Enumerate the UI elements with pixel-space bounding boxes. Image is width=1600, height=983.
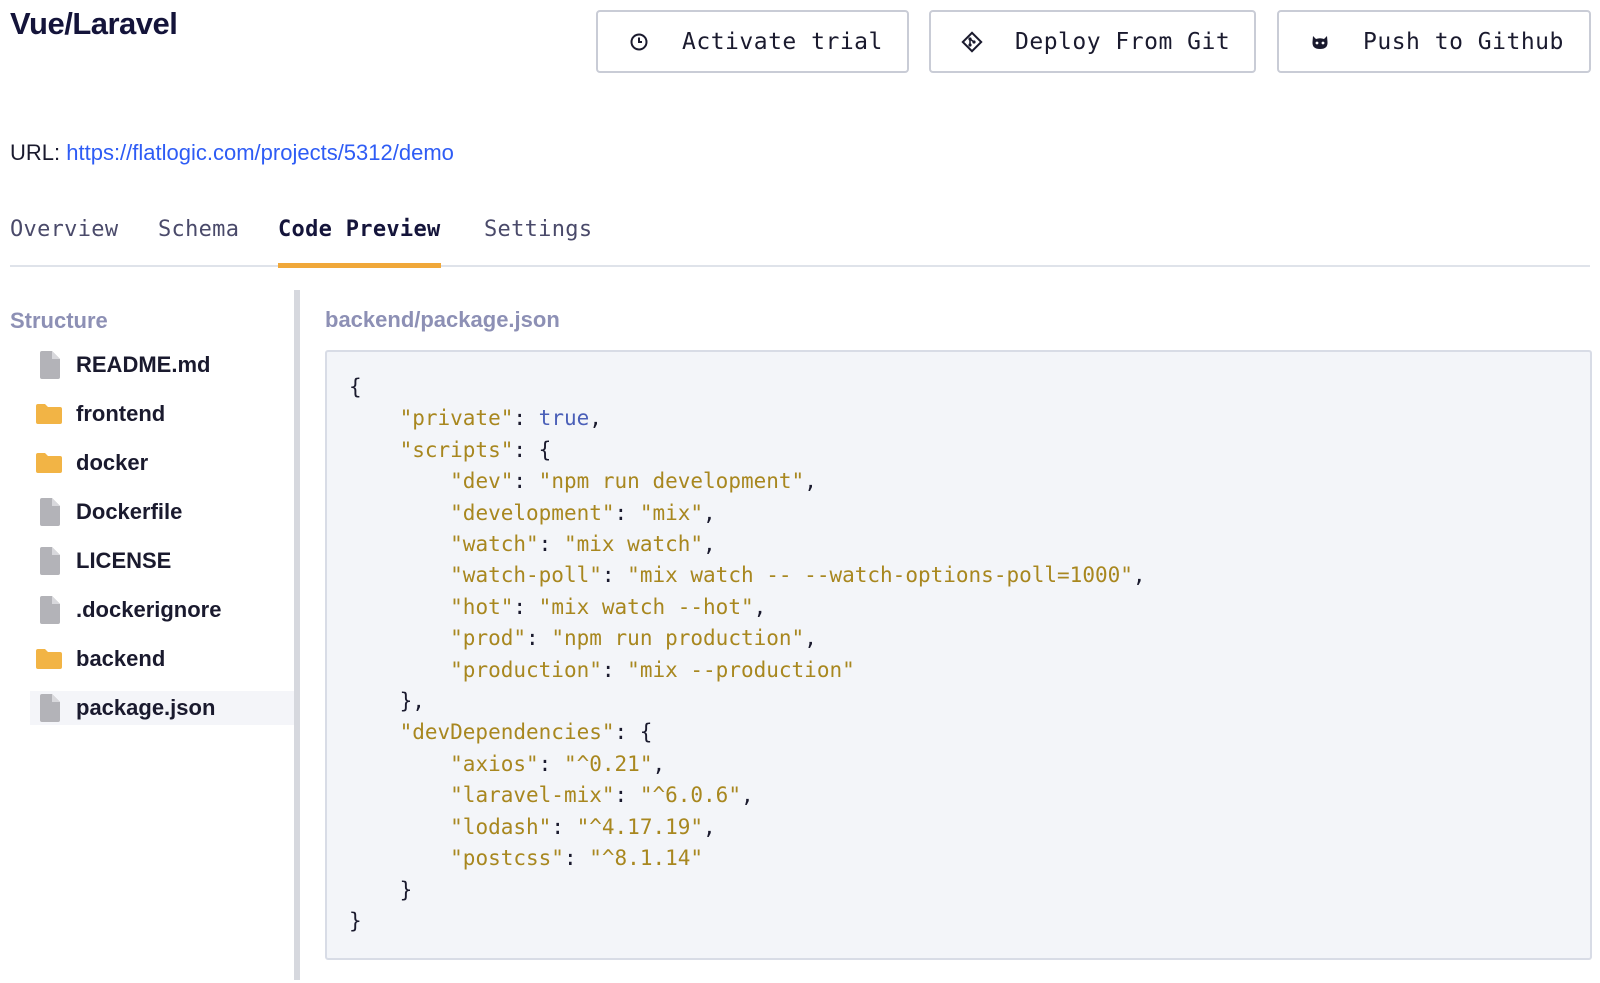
file-path-label: backend/package.json [325, 307, 560, 332]
tree-item-label: package.json [76, 695, 216, 720]
tab-settings[interactable]: Settings [484, 217, 592, 265]
code-preview-panel[interactable]: { "private": true, "scripts": { "dev": "… [325, 350, 1592, 960]
url-label: URL: [10, 140, 61, 165]
push-to-github-label: Push to Github [1363, 28, 1564, 55]
tree-item-label: .dockerignore [76, 597, 222, 622]
sidebar-title: Structure [10, 308, 108, 333]
tab-code-preview[interactable]: Code Preview [278, 217, 441, 268]
file-icon [34, 350, 64, 380]
git-icon [959, 29, 985, 55]
tree-item-label: LICENSE [76, 548, 172, 573]
tree-item-file[interactable]: README.md [30, 348, 294, 382]
tree-item-file[interactable]: package.json [30, 691, 294, 725]
url-row: URL: https://flatlogic.com/projects/5312… [10, 140, 454, 166]
activate-trial-button[interactable]: Activate trial [596, 10, 909, 73]
tree-item-label: backend [76, 646, 166, 671]
file-icon [34, 497, 64, 527]
folder-icon [34, 644, 64, 674]
tree-item-file[interactable]: Dockerfile [30, 495, 294, 529]
tree-item-label: Dockerfile [76, 499, 183, 524]
file-icon [34, 546, 64, 576]
page-title: Vue/Laravel [10, 6, 178, 41]
push-to-github-button[interactable]: Push to Github [1277, 10, 1591, 73]
activate-trial-label: Activate trial [682, 28, 883, 55]
deploy-from-git-label: Deploy From Git [1015, 28, 1231, 55]
code-content: { "private": true, "scripts": { "dev": "… [349, 375, 1146, 933]
tree-item-label: frontend [76, 401, 166, 426]
tree-item-file[interactable]: LICENSE [30, 544, 294, 578]
tree-item-folder[interactable]: docker [30, 446, 294, 480]
demo-url-link[interactable]: https://flatlogic.com/projects/5312/demo [66, 140, 454, 165]
tree-item-folder[interactable]: frontend [30, 397, 294, 431]
folder-icon [34, 448, 64, 478]
tree-item-label: README.md [76, 352, 211, 377]
tab-bar: Overview Schema Code Preview Settings [10, 215, 1590, 268]
tab-schema[interactable]: Schema [158, 217, 239, 265]
file-icon [34, 595, 64, 625]
tree-item-file[interactable]: .dockerignore [30, 593, 294, 627]
file-icon [34, 693, 64, 723]
folder-icon [34, 399, 64, 429]
tree-item-label: docker [76, 450, 149, 475]
deploy-from-git-button[interactable]: Deploy From Git [929, 10, 1256, 73]
tab-overview[interactable]: Overview [10, 217, 118, 265]
structure-sidebar: Structure README.md frontend docker Dockerf… [0, 290, 300, 980]
tree-item-folder[interactable]: backend [30, 642, 294, 676]
github-icon [1307, 29, 1333, 55]
clock-icon [626, 29, 652, 55]
